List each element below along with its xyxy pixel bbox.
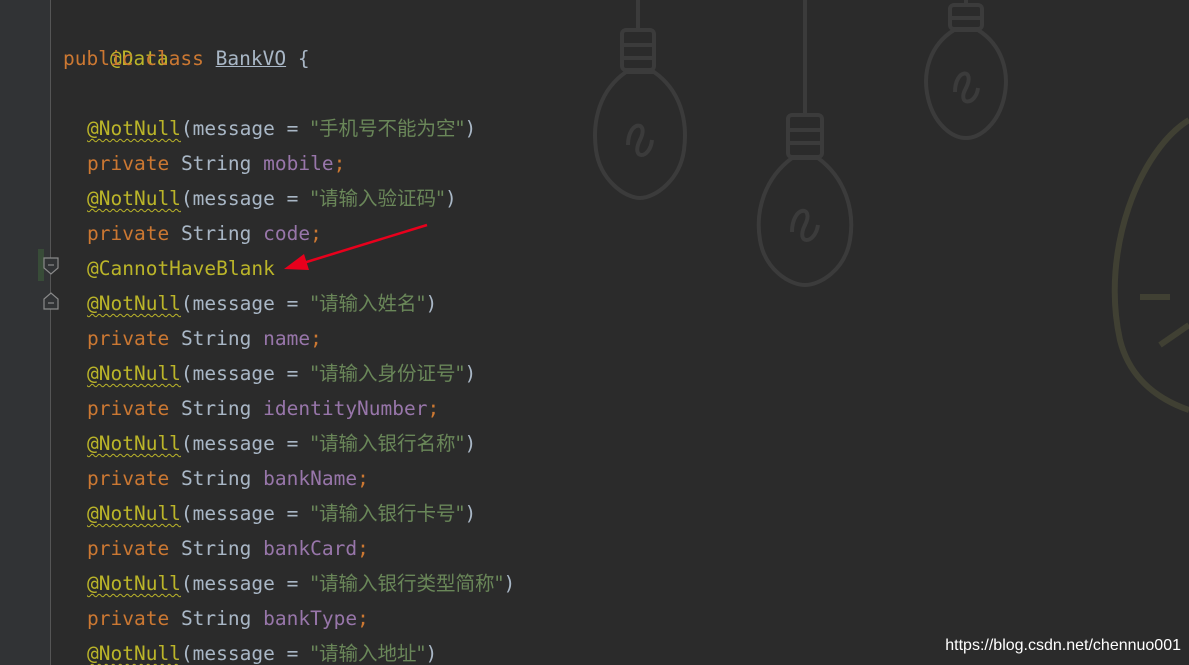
code-line[interactable]: private String name; (63, 321, 322, 356)
notnull-annotation[interactable]: @NotNull (87, 572, 181, 595)
type-string: String (180, 607, 252, 630)
code-line[interactable]: private String code; (63, 216, 322, 251)
open-brace: { (297, 47, 310, 70)
fold-start-icon[interactable] (42, 257, 60, 275)
close-paren: ) (425, 292, 438, 315)
field-name: mobile (263, 152, 334, 175)
code-line[interactable]: @CannotHaveBlank (63, 251, 275, 286)
line-gutter (0, 0, 51, 665)
code-line[interactable]: @NotNull(message = "请输入银行卡号") (63, 496, 476, 531)
keyword-public: public (63, 47, 134, 70)
keyword-private: private (87, 537, 170, 560)
message-string: "请输入银行类型简称" (310, 572, 504, 595)
code-line[interactable]: private String bankType; (63, 601, 369, 636)
type-string: String (180, 467, 252, 490)
close-paren: ) (464, 117, 477, 140)
keyword-private: private (87, 607, 170, 630)
annotation-param: (message = (180, 362, 311, 385)
keyword-private: private (87, 152, 170, 175)
keyword-private: private (87, 327, 170, 350)
message-string: "请输入地址" (310, 642, 426, 665)
code-line[interactable]: @Data (63, 6, 169, 70)
semicolon: ; (310, 222, 322, 245)
annotation-param: (message = (180, 117, 311, 140)
keyword-class: class (145, 47, 204, 70)
annotation-param: (message = (180, 292, 311, 315)
notnull-annotation[interactable]: @NotNull (87, 432, 181, 455)
code-line[interactable]: @NotNull(message = "手机号不能为空") (63, 111, 476, 146)
field-name: code (263, 222, 311, 245)
semicolon: ; (357, 537, 369, 560)
fold-end-icon[interactable] (42, 292, 60, 310)
close-paren: ) (445, 187, 457, 210)
semicolon: ; (357, 467, 369, 490)
keyword-private: private (87, 222, 170, 245)
code-line[interactable]: @NotNull(message = "请输入姓名") (63, 286, 437, 321)
code-line[interactable]: @NotNull(message = "请输入地址") (63, 636, 437, 665)
notnull-annotation[interactable]: @NotNull (87, 292, 181, 315)
code-line[interactable]: @NotNull(message = "请输入身份证号") (63, 356, 476, 391)
field-name: name (263, 327, 311, 350)
semicolon: ; (427, 397, 440, 420)
type-string: String (180, 537, 252, 560)
type-string: String (180, 327, 252, 350)
close-paren: ) (425, 642, 438, 665)
watermark: https://blog.csdn.net/chennuo001 (945, 637, 1181, 654)
semicolon: ; (310, 327, 322, 350)
cannot-have-blank-annotation[interactable]: @CannotHaveBlank (87, 257, 275, 280)
field-name: identityNumber (263, 397, 428, 420)
annotation-param: (message = (180, 502, 311, 525)
code-line[interactable]: @NotNull(message = "请输入银行类型简称") (63, 566, 515, 601)
keyword-private: private (87, 397, 170, 420)
semicolon: ; (333, 152, 346, 175)
message-string: "请输入银行卡号" (310, 502, 465, 525)
code-line[interactable]: private String bankName; (63, 461, 369, 496)
notnull-annotation[interactable]: @NotNull (87, 117, 181, 140)
code-line[interactable]: public class BankVO { (63, 41, 310, 76)
field-name: bankCard (263, 537, 358, 560)
annotation-param: (message = (180, 187, 311, 210)
close-paren: ) (464, 432, 477, 455)
keyword-private: private (87, 467, 170, 490)
message-string: "请输入姓名" (310, 292, 426, 315)
message-string: "请输入验证码" (310, 187, 446, 210)
code-line[interactable]: private String bankCard; (63, 531, 369, 566)
semicolon: ; (357, 607, 369, 630)
code-line[interactable]: @NotNull(message = "请输入银行名称") (63, 426, 476, 461)
annotation-param: (message = (180, 572, 311, 595)
code-editor[interactable]: @Data public class BankVO { @NotNull(mes… (0, 0, 1189, 665)
close-paren: ) (503, 572, 516, 595)
code-line[interactable]: private String mobile; (63, 146, 345, 181)
code-line[interactable]: private String identityNumber; (63, 391, 439, 426)
annotation-param: (message = (180, 642, 311, 665)
close-paren: ) (464, 362, 477, 385)
close-paren: ) (464, 502, 477, 525)
type-string: String (180, 397, 252, 420)
field-name: bankName (263, 467, 358, 490)
type-string: String (180, 152, 252, 175)
type-string: String (180, 222, 252, 245)
notnull-annotation[interactable]: @NotNull (87, 502, 181, 525)
annotation-param: (message = (180, 432, 311, 455)
notnull-annotation[interactable]: @NotNull (87, 187, 181, 210)
message-string: "请输入身份证号" (310, 362, 465, 385)
message-string: "手机号不能为空" (310, 117, 465, 140)
message-string: "请输入银行名称" (310, 432, 465, 455)
field-name: bankType (263, 607, 358, 630)
class-name[interactable]: BankVO (216, 47, 286, 70)
notnull-annotation[interactable]: @NotNull (87, 362, 181, 385)
code-line[interactable]: @NotNull(message = "请输入验证码") (63, 181, 457, 216)
notnull-annotation[interactable]: @NotNull (87, 642, 181, 665)
